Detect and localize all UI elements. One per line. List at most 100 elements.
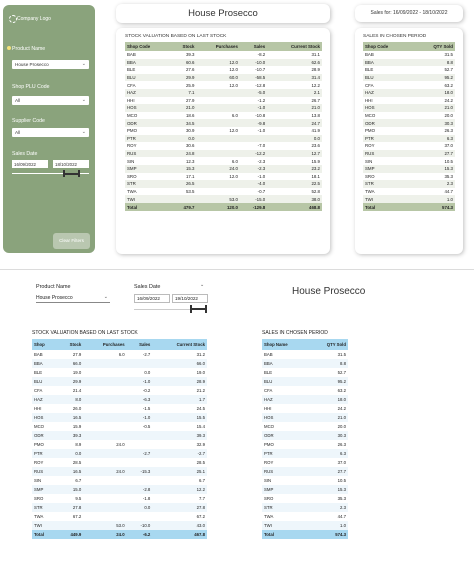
table-cell: 7.1 <box>170 88 197 97</box>
table-cell <box>83 476 126 485</box>
table-row: BLE 27.6 12.0 -10.7 28.9 <box>125 66 322 74</box>
table-cell: 18.0 <box>412 88 455 97</box>
table-cell: STR <box>363 180 413 188</box>
lower-product-select[interactable]: House Prosecco ⌄ <box>36 293 110 303</box>
column-header[interactable]: Purchases <box>196 42 240 51</box>
table-header-row: Shop Code QTY Sold <box>363 42 455 51</box>
table-cell: 26.0 <box>72 406 82 411</box>
table-cell: SRO <box>264 496 274 501</box>
clear-filters-button[interactable]: Clear Filters <box>53 233 90 249</box>
lower-date-slider-handle-end[interactable] <box>205 305 207 313</box>
table-cell: MCO <box>34 424 45 429</box>
column-header[interactable]: Current Stock <box>267 42 322 51</box>
table-cell: 27.8 <box>56 503 84 512</box>
table-cell: 9.5 <box>75 496 82 501</box>
table-row: PMO 26.3 <box>363 127 455 135</box>
table-cell: 6.3 <box>308 449 348 458</box>
column-header[interactable]: Sales <box>126 339 153 350</box>
product-name-value: House Prosecco <box>15 62 49 67</box>
chevron-down-icon: ⌄ <box>81 129 86 135</box>
table-row: SMP 15.0 -2.8 12.2 <box>32 485 207 494</box>
product-name-select[interactable]: House Prosecco ⌄ <box>12 60 89 69</box>
date-to-input[interactable]: 18/10/2022 <box>53 160 89 168</box>
table-cell: 37.0 <box>444 143 453 149</box>
column-header[interactable]: QTY Sold <box>308 339 348 350</box>
table-cell: 10.5 <box>444 158 453 164</box>
table-row: PTR 6.3 <box>363 134 455 143</box>
table-cell: ODR <box>125 119 171 127</box>
shop-plu-select[interactable]: All ⌄ <box>12 96 89 105</box>
table-cell: TWA <box>34 514 44 519</box>
lower-date-to-input[interactable]: 19/10/2022 <box>172 294 208 303</box>
column-header[interactable]: Shop <box>32 339 57 350</box>
column-header[interactable]: Purchases <box>83 339 127 350</box>
total-cell: 468.8 <box>267 202 322 212</box>
table-cell: 31.4 <box>267 73 322 82</box>
table-cell: 34.5 <box>170 119 197 127</box>
company-logo-text: Company Logo <box>17 16 51 22</box>
date-slider-handle-start[interactable] <box>63 170 65 177</box>
table-cell: ODR <box>262 431 309 440</box>
product-name-label: Product Name <box>12 46 46 52</box>
table-row: BBA 8.8 <box>363 58 455 67</box>
column-header[interactable]: Sales <box>239 42 268 51</box>
column-header[interactable]: Shop Code <box>125 42 171 51</box>
date-from-input[interactable]: 16/09/2022 <box>12 160 48 168</box>
table-cell: RUS <box>363 149 413 158</box>
table-cell <box>83 422 126 431</box>
column-header[interactable]: QTY Sold <box>412 42 455 51</box>
table-cell: -1.8 <box>142 496 151 501</box>
table-cell: PMO <box>34 442 44 447</box>
sales-period-table-wrap: Shop Code QTY Sold BAB 31.5 BBA 8.8 BLE 52.7 BL… <box>363 42 455 212</box>
table-cell: -8.2 <box>257 52 266 58</box>
total-cell: Total <box>363 202 413 212</box>
lower-date-slider-handle-start[interactable] <box>190 305 192 313</box>
stock-valuation-card: STOCK VALUATION BASED ON LAST STOCK Shop… <box>116 28 330 254</box>
table-cell: TWI <box>32 521 57 530</box>
column-header[interactable]: Current Stock <box>152 339 207 350</box>
stock-valuation-table-wrap: Shop Code Stock Purchases Sales Current Stoc… <box>125 42 322 212</box>
table-row: HHI 26.0 -1.5 24.5 <box>32 404 207 413</box>
table-cell: MCO <box>365 113 376 119</box>
table-cell: 6.0 <box>118 352 125 357</box>
column-header[interactable]: Shop Name <box>262 339 309 350</box>
date-slider-handle-end[interactable] <box>78 170 80 177</box>
table-cell: HHI <box>34 406 42 411</box>
column-header[interactable]: Shop Code <box>363 42 413 51</box>
table-cell: 0.0 <box>56 449 84 458</box>
table-cell: 41.9 <box>311 128 320 134</box>
table-row: RUS 27.7 <box>363 149 455 158</box>
table-cell: 8.0 <box>56 395 84 404</box>
table-cell: 52.7 <box>444 67 453 73</box>
table-row: PTR 6.3 <box>262 449 348 458</box>
table-cell: -2.7 <box>142 352 151 357</box>
table-row: CFA 21.4 -0.2 21.2 <box>32 386 207 395</box>
table-cell: 1.0 <box>412 195 455 203</box>
column-header[interactable]: Stock <box>56 339 84 350</box>
table-cell <box>127 440 153 449</box>
table-cell: BAB <box>34 352 43 357</box>
supplier-code-select[interactable]: All ⌄ <box>12 128 89 137</box>
table-cell: -1.0 <box>239 104 268 112</box>
table-cell <box>239 134 268 143</box>
table-cell: -2.7 <box>152 449 207 458</box>
table-cell: 43.0 <box>152 521 207 530</box>
table-cell: -58.5 <box>239 73 268 82</box>
table-cell: 44.7 <box>444 188 453 194</box>
table-cell: 12.0 <box>229 173 238 179</box>
table-row: HAZ 18.0 <box>262 395 348 404</box>
table-cell: BLE <box>264 370 273 375</box>
table-row: RUS 24.8 -12.2 12.7 <box>125 149 322 158</box>
table-cell: BLE <box>365 67 374 73</box>
column-header[interactable]: Stock <box>170 42 197 51</box>
total-cell: -6.2 <box>126 530 153 539</box>
table-row: MCO 15.9 -0.5 15.4 <box>32 422 207 431</box>
table-cell: 26.3 <box>444 128 453 134</box>
table-cell: 26.3 <box>337 442 346 447</box>
table-cell: PTR <box>125 134 171 143</box>
table-cell: 66.0 <box>152 359 207 368</box>
date-slider-range <box>63 173 79 175</box>
table-cell: 27.9 <box>185 97 195 103</box>
stock-valuation-title: STOCK VALUATION BASED ON LAST STOCK <box>125 34 227 39</box>
lower-date-from-input[interactable]: 16/09/2022 <box>134 294 170 303</box>
